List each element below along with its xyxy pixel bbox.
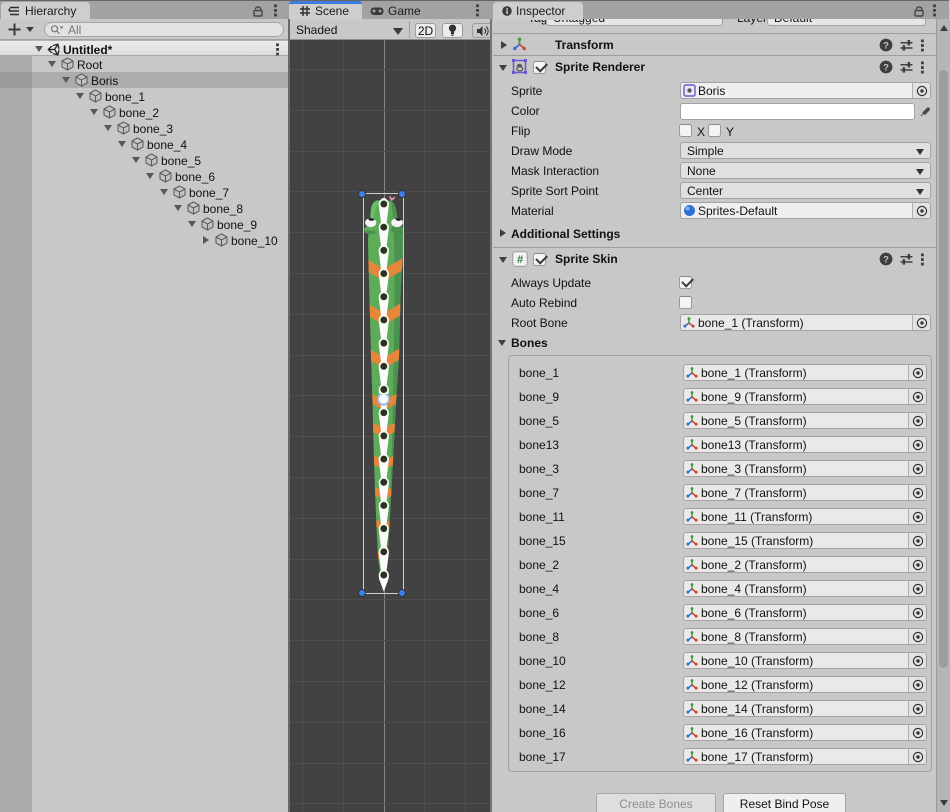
svg-text:?: ? [883, 254, 889, 265]
svg-text:?: ? [883, 40, 889, 51]
svg-text:?: ? [883, 62, 889, 73]
svg-text:#: # [517, 254, 523, 266]
